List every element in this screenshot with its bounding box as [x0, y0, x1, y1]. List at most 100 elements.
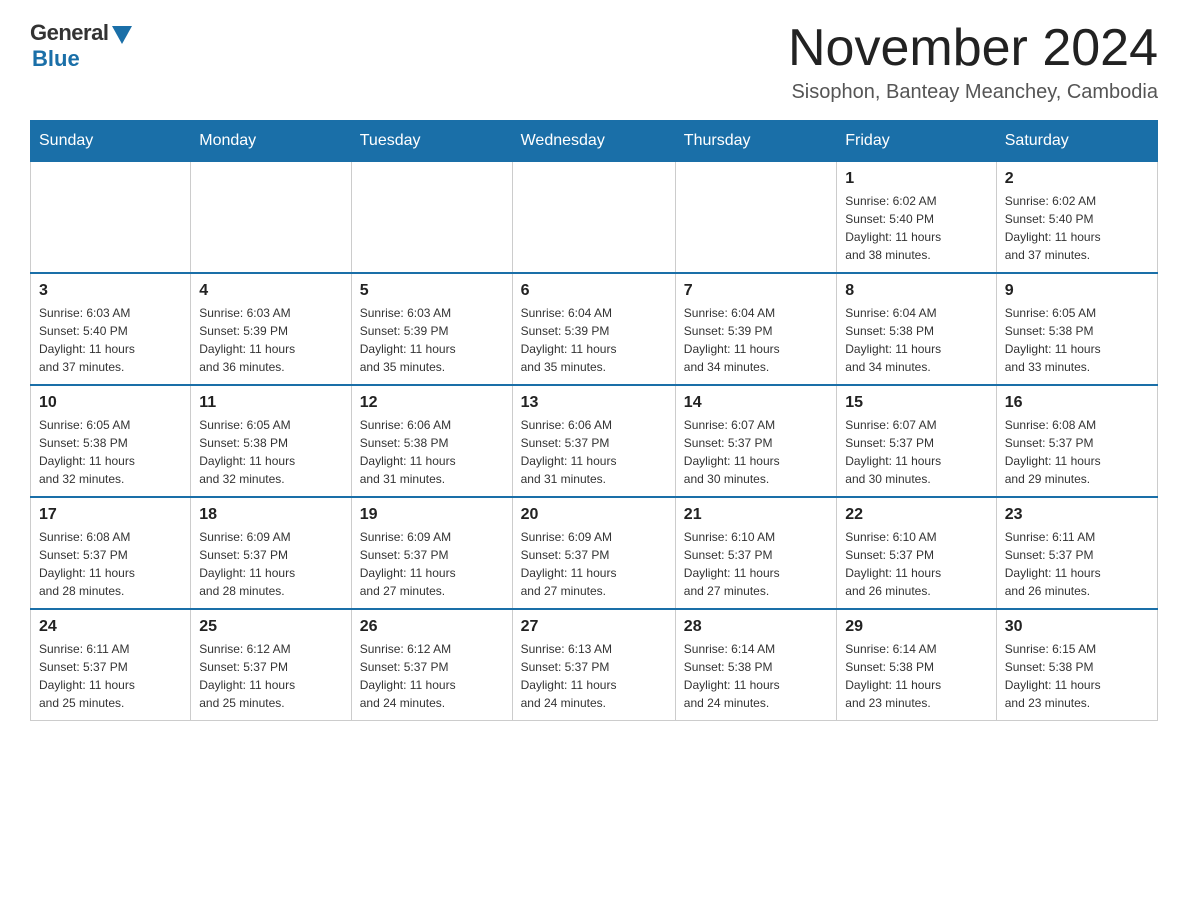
calendar-cell: 29 Sunrise: 6:14 AM Sunset: 5:38 PM Dayli…: [837, 609, 996, 721]
day-number: 1: [845, 170, 987, 188]
calendar-cell: 25 Sunrise: 6:12 AM Sunset: 5:37 PM Dayli…: [191, 609, 352, 721]
day-info: Sunrise: 6:13 AM Sunset: 5:37 PM Dayligh…: [521, 640, 667, 712]
calendar-cell: [191, 161, 352, 273]
day-info: Sunrise: 6:07 AM Sunset: 5:37 PM Dayligh…: [845, 416, 987, 488]
calendar-cell: 23 Sunrise: 6:11 AM Sunset: 5:37 PM Dayli…: [996, 497, 1157, 609]
day-number: 11: [199, 394, 343, 412]
day-info: Sunrise: 6:05 AM Sunset: 5:38 PM Dayligh…: [199, 416, 343, 488]
day-number: 15: [845, 394, 987, 412]
calendar-header: SundayMondayTuesdayWednesdayThursdayFrid…: [31, 121, 1158, 161]
calendar-week-3: 10 Sunrise: 6:05 AM Sunset: 5:38 PM Dayli…: [31, 385, 1158, 497]
day-info: Sunrise: 6:07 AM Sunset: 5:37 PM Dayligh…: [684, 416, 828, 488]
day-number: 21: [684, 506, 828, 524]
calendar-cell: 28Sunrise: 6:14 AM Sunset: 5:38 PM Dayli…: [675, 609, 836, 721]
logo-blue-text: Blue: [32, 46, 80, 72]
day-number: 30: [1005, 618, 1149, 636]
day-number: 20: [521, 506, 667, 524]
title-section: November 2024 Sisophon, Banteay Meanchey…: [788, 20, 1158, 104]
day-info: Sunrise: 6:12 AM Sunset: 5:37 PM Dayligh…: [360, 640, 504, 712]
calendar-cell: 22 Sunrise: 6:10 AM Sunset: 5:37 PM Dayli…: [837, 497, 996, 609]
calendar-cell: [675, 161, 836, 273]
day-header-saturday: Saturday: [996, 121, 1157, 161]
calendar-cell: 7Sunrise: 6:04 AM Sunset: 5:39 PM Daylig…: [675, 273, 836, 385]
calendar-cell: 17Sunrise: 6:08 AM Sunset: 5:37 PM Dayli…: [31, 497, 191, 609]
calendar-cell: 14 Sunrise: 6:07 AM Sunset: 5:37 PM Dayli…: [675, 385, 836, 497]
calendar-cell: 4Sunrise: 6:03 AM Sunset: 5:39 PM Daylig…: [191, 273, 352, 385]
day-number: 8: [845, 282, 987, 300]
calendar-week-1: 1 Sunrise: 6:02 AM Sunset: 5:40 PM Daylig…: [31, 161, 1158, 273]
calendar-cell: 9 Sunrise: 6:05 AM Sunset: 5:38 PM Daylig…: [996, 273, 1157, 385]
day-info: Sunrise: 6:04 AM Sunset: 5:39 PM Dayligh…: [521, 304, 667, 376]
day-header-wednesday: Wednesday: [512, 121, 675, 161]
calendar-cell: 5 Sunrise: 6:03 AM Sunset: 5:39 PM Daylig…: [351, 273, 512, 385]
day-info: Sunrise: 6:09 AM Sunset: 5:37 PM Dayligh…: [199, 528, 343, 600]
day-info: Sunrise: 6:03 AM Sunset: 5:39 PM Dayligh…: [199, 304, 343, 376]
day-number: 14: [684, 394, 828, 412]
logo-triangle-icon: [112, 26, 132, 44]
calendar-cell: 26 Sunrise: 6:12 AM Sunset: 5:37 PM Dayli…: [351, 609, 512, 721]
calendar-cell: 6Sunrise: 6:04 AM Sunset: 5:39 PM Daylig…: [512, 273, 675, 385]
day-info: Sunrise: 6:04 AM Sunset: 5:38 PM Dayligh…: [845, 304, 987, 376]
day-number: 19: [360, 506, 504, 524]
day-info: Sunrise: 6:05 AM Sunset: 5:38 PM Dayligh…: [1005, 304, 1149, 376]
day-info: Sunrise: 6:10 AM Sunset: 5:37 PM Dayligh…: [845, 528, 987, 600]
day-info: Sunrise: 6:09 AM Sunset: 5:37 PM Dayligh…: [360, 528, 504, 600]
calendar-cell: 27Sunrise: 6:13 AM Sunset: 5:37 PM Dayli…: [512, 609, 675, 721]
day-info: Sunrise: 6:03 AM Sunset: 5:40 PM Dayligh…: [39, 304, 182, 376]
day-info: Sunrise: 6:02 AM Sunset: 5:40 PM Dayligh…: [1005, 192, 1149, 264]
calendar-cell: [351, 161, 512, 273]
day-info: Sunrise: 6:05 AM Sunset: 5:38 PM Dayligh…: [39, 416, 182, 488]
day-number: 13: [521, 394, 667, 412]
day-info: Sunrise: 6:10 AM Sunset: 5:37 PM Dayligh…: [684, 528, 828, 600]
calendar-cell: 30 Sunrise: 6:15 AM Sunset: 5:38 PM Dayli…: [996, 609, 1157, 721]
calendar-week-4: 17Sunrise: 6:08 AM Sunset: 5:37 PM Dayli…: [31, 497, 1158, 609]
calendar-cell: 2 Sunrise: 6:02 AM Sunset: 5:40 PM Daylig…: [996, 161, 1157, 273]
calendar-cell: [31, 161, 191, 273]
day-info: Sunrise: 6:08 AM Sunset: 5:37 PM Dayligh…: [39, 528, 182, 600]
day-number: 23: [1005, 506, 1149, 524]
day-info: Sunrise: 6:14 AM Sunset: 5:38 PM Dayligh…: [845, 640, 987, 712]
day-number: 29: [845, 618, 987, 636]
day-header-sunday: Sunday: [31, 121, 191, 161]
day-number: 25: [199, 618, 343, 636]
day-info: Sunrise: 6:04 AM Sunset: 5:39 PM Dayligh…: [684, 304, 828, 376]
day-info: Sunrise: 6:12 AM Sunset: 5:37 PM Dayligh…: [199, 640, 343, 712]
day-header-friday: Friday: [837, 121, 996, 161]
day-number: 12: [360, 394, 504, 412]
calendar-cell: 21 Sunrise: 6:10 AM Sunset: 5:37 PM Dayli…: [675, 497, 836, 609]
day-number: 22: [845, 506, 987, 524]
calendar-cell: 15 Sunrise: 6:07 AM Sunset: 5:37 PM Dayli…: [837, 385, 996, 497]
calendar-cell: 19 Sunrise: 6:09 AM Sunset: 5:37 PM Dayli…: [351, 497, 512, 609]
days-of-week-row: SundayMondayTuesdayWednesdayThursdayFrid…: [31, 121, 1158, 161]
day-info: Sunrise: 6:03 AM Sunset: 5:39 PM Dayligh…: [360, 304, 504, 376]
calendar-cell: 20Sunrise: 6:09 AM Sunset: 5:37 PM Dayli…: [512, 497, 675, 609]
day-info: Sunrise: 6:15 AM Sunset: 5:38 PM Dayligh…: [1005, 640, 1149, 712]
day-info: Sunrise: 6:06 AM Sunset: 5:37 PM Dayligh…: [521, 416, 667, 488]
day-number: 10: [39, 394, 182, 412]
day-number: 2: [1005, 170, 1149, 188]
calendar-cell: 16Sunrise: 6:08 AM Sunset: 5:37 PM Dayli…: [996, 385, 1157, 497]
calendar-cell: [512, 161, 675, 273]
day-number: 9: [1005, 282, 1149, 300]
page-header: General Blue November 2024 Sisophon, Ban…: [30, 20, 1158, 104]
calendar-cell: 24Sunrise: 6:11 AM Sunset: 5:37 PM Dayli…: [31, 609, 191, 721]
calendar-cell: 3 Sunrise: 6:03 AM Sunset: 5:40 PM Daylig…: [31, 273, 191, 385]
day-info: Sunrise: 6:06 AM Sunset: 5:38 PM Dayligh…: [360, 416, 504, 488]
calendar-cell: 10 Sunrise: 6:05 AM Sunset: 5:38 PM Dayli…: [31, 385, 191, 497]
day-number: 24: [39, 618, 182, 636]
day-info: Sunrise: 6:08 AM Sunset: 5:37 PM Dayligh…: [1005, 416, 1149, 488]
day-number: 26: [360, 618, 504, 636]
logo-general-text: General: [30, 20, 108, 46]
calendar-cell: 11 Sunrise: 6:05 AM Sunset: 5:38 PM Dayli…: [191, 385, 352, 497]
day-info: Sunrise: 6:11 AM Sunset: 5:37 PM Dayligh…: [1005, 528, 1149, 600]
calendar-week-5: 24Sunrise: 6:11 AM Sunset: 5:37 PM Dayli…: [31, 609, 1158, 721]
day-info: Sunrise: 6:14 AM Sunset: 5:38 PM Dayligh…: [684, 640, 828, 712]
location-subtitle: Sisophon, Banteay Meanchey, Cambodia: [788, 81, 1158, 104]
day-number: 3: [39, 282, 182, 300]
day-header-monday: Monday: [191, 121, 352, 161]
day-header-tuesday: Tuesday: [351, 121, 512, 161]
day-number: 18: [199, 506, 343, 524]
calendar-cell: 18 Sunrise: 6:09 AM Sunset: 5:37 PM Dayli…: [191, 497, 352, 609]
calendar-cell: 1Sunrise: 6:02 AM Sunset: 5:40 PM Daylig…: [837, 161, 996, 273]
day-number: 5: [360, 282, 504, 300]
